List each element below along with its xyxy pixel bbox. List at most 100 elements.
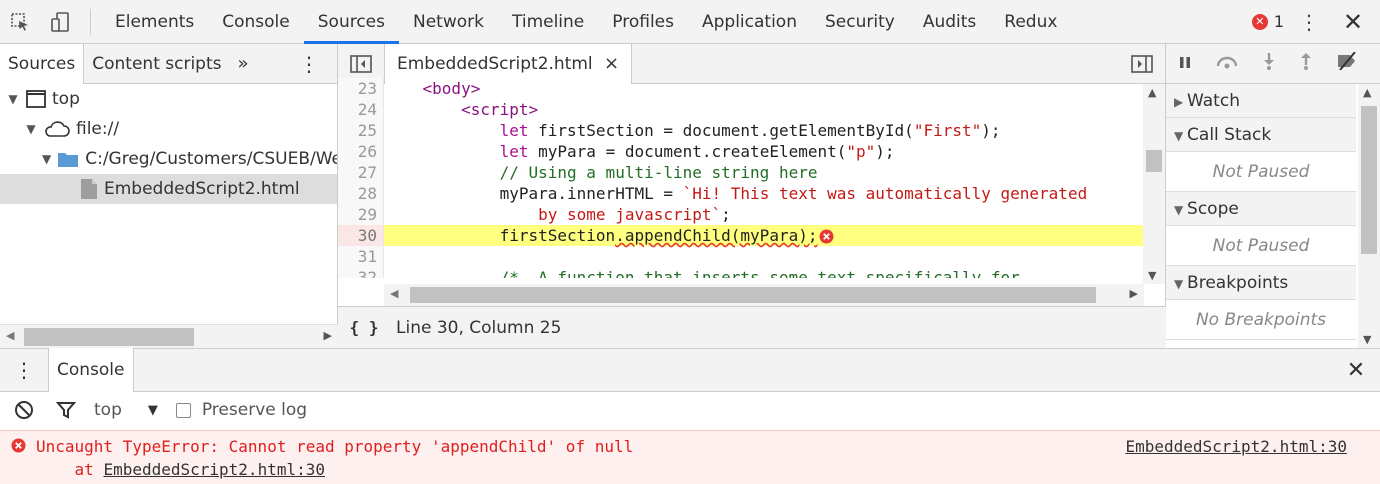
code-token: "p" — [846, 142, 876, 161]
clear-console-icon[interactable] — [0, 400, 48, 420]
close-devtools-icon[interactable]: ✕ — [1338, 0, 1368, 44]
tab-profiles[interactable]: Profiles — [598, 0, 688, 44]
tree-item-label: top — [52, 89, 80, 109]
code-token: <body> — [422, 79, 481, 98]
tab-redux[interactable]: Redux — [990, 0, 1071, 44]
customize-menu-icon[interactable]: ⋮ — [1294, 0, 1324, 44]
tab-content-scripts[interactable]: Content scripts — [84, 44, 229, 84]
scroll-down-icon[interactable]: ▼ — [1363, 333, 1371, 346]
scroll-thumb[interactable] — [410, 287, 1096, 303]
inspect-element-icon[interactable] — [0, 0, 40, 44]
code-line[interactable]: 29 by some javascript`; — [338, 204, 1144, 225]
filter-icon[interactable] — [48, 400, 84, 420]
editor-vscrollbar[interactable]: ▲ ▼ — [1143, 84, 1165, 284]
tab-network[interactable]: Network — [399, 0, 498, 44]
scroll-thumb[interactable] — [1146, 150, 1162, 172]
preserve-log-label: Preserve log — [201, 400, 308, 420]
navigator-tabs: Sources Content scripts » ⋮ — [0, 43, 337, 84]
line-number[interactable]: 31 — [338, 246, 384, 267]
debugger-vscrollbar[interactable]: ▲ ▼ — [1358, 84, 1380, 348]
line-number[interactable]: 28 — [338, 183, 384, 204]
line-number[interactable]: 24 — [338, 99, 384, 120]
scroll-thumb[interactable] — [1361, 106, 1377, 254]
preserve-log-checkbox[interactable] — [175, 402, 191, 418]
main-tabs: Elements Console Sources Network Timeline Pro… — [101, 0, 1071, 44]
code-line[interactable]: 32 /* A function that inserts some text … — [338, 267, 1144, 278]
collapse-triangle-icon[interactable]: ▶ — [1174, 95, 1187, 109]
code-line[interactable]: 27 // Using a multi-line string here — [338, 162, 1144, 183]
pretty-print-icon[interactable]: { } — [338, 318, 390, 337]
tree-item[interactable]: EmbeddedScript2.html — [0, 174, 337, 204]
error-counter[interactable]: ✕ 1 — [1251, 12, 1284, 31]
code-line[interactable]: 30 firstSection.appendChild(myPara); — [338, 225, 1144, 246]
deactivate-breakpoints-icon[interactable] — [1336, 51, 1358, 75]
code-line[interactable]: 28 myPara.innerHTML = `Hi! This text was… — [338, 183, 1144, 204]
code-token: ; — [721, 205, 731, 224]
collapse-triangle-icon[interactable]: ▼ — [1174, 277, 1187, 291]
line-number[interactable]: 27 — [338, 162, 384, 183]
debugger-sidebar: ▶ Watch ▼ Call Stack Not Paused ▼ Scope Not … — [1166, 44, 1380, 348]
tab-console-drawer[interactable]: Console — [48, 348, 134, 392]
tab-application[interactable]: Application — [688, 0, 811, 44]
line-number[interactable]: 29 — [338, 204, 384, 225]
stack-source-link[interactable]: EmbeddedScript2.html:30 — [103, 460, 325, 479]
close-tab-icon[interactable]: × — [604, 53, 619, 74]
error-source-link[interactable]: EmbeddedScript2.html:30 — [1125, 437, 1347, 456]
scroll-thumb[interactable] — [24, 328, 194, 346]
scroll-right-icon[interactable]: ▶ — [324, 329, 332, 342]
section-scope[interactable]: ▼ Scope — [1166, 192, 1356, 226]
navigator-hscrollbar[interactable]: ◀ ▶ — [0, 324, 338, 348]
code-line[interactable]: 24 <script> — [338, 99, 1144, 120]
expand-triangle-icon[interactable]: ▼ — [24, 122, 38, 136]
tab-elements[interactable]: Elements — [101, 0, 208, 44]
scroll-right-icon[interactable]: ▶ — [1130, 287, 1138, 300]
code-token: by some javascript` — [538, 205, 722, 224]
scroll-up-icon[interactable]: ▲ — [1148, 86, 1156, 99]
line-number[interactable]: 26 — [338, 141, 384, 162]
context-selector[interactable]: top — [94, 400, 122, 420]
code-line[interactable]: 23 <body> — [338, 78, 1144, 99]
pause-icon[interactable] — [1178, 54, 1192, 74]
step-over-icon[interactable] — [1215, 53, 1239, 74]
line-number[interactable]: 32 — [338, 267, 384, 278]
tab-audits[interactable]: Audits — [909, 0, 990, 44]
navigator-menu-icon[interactable]: ⋮ — [281, 52, 337, 76]
section-call-stack[interactable]: ▼ Call Stack — [1166, 118, 1356, 152]
drawer-menu-icon[interactable]: ⋮ — [0, 358, 48, 382]
line-number[interactable]: 25 — [338, 120, 384, 141]
device-mode-icon[interactable] — [40, 0, 80, 44]
collapse-triangle-icon[interactable]: ▼ — [1174, 129, 1187, 143]
step-into-icon[interactable] — [1262, 52, 1276, 75]
scroll-left-icon[interactable]: ◀ — [6, 329, 14, 342]
tab-security[interactable]: Security — [811, 0, 909, 44]
expand-triangle-icon[interactable]: ▼ — [42, 152, 51, 166]
context-dropdown-icon[interactable]: ▼ — [148, 403, 158, 418]
tree-item[interactable]: ▼ file:// — [0, 114, 337, 144]
code-line[interactable]: 26 let myPara = document.createElement("… — [338, 141, 1144, 162]
tab-console[interactable]: Console — [208, 0, 304, 44]
scroll-up-icon[interactable]: ▲ — [1363, 86, 1371, 99]
editor-hscrollbar[interactable]: ◀ ▶ — [384, 284, 1144, 306]
line-number[interactable]: 23 — [338, 78, 384, 99]
code-lines[interactable]: 23 <body> 24 <script> 25 let firstSection … — [338, 78, 1144, 278]
expand-triangle-icon[interactable]: ▼ — [6, 92, 20, 106]
line-number[interactable]: 30 — [338, 225, 384, 246]
tree-item-label: EmbeddedScript2.html — [104, 179, 300, 199]
code-token: <script> — [461, 100, 539, 119]
scroll-left-icon[interactable]: ◀ — [390, 287, 398, 300]
tree-item[interactable]: ▼ top — [0, 84, 337, 114]
code-line[interactable]: 25 let firstSection = document.getElemen… — [338, 120, 1144, 141]
tab-sources[interactable]: Sources — [0, 43, 85, 84]
code-line[interactable]: 31 — [338, 246, 1144, 267]
more-tabs-icon[interactable]: » — [230, 53, 257, 74]
inline-error-icon[interactable] — [819, 229, 834, 244]
close-drawer-icon[interactable]: ✕ — [1332, 358, 1380, 383]
section-breakpoints[interactable]: ▼ Breakpoints — [1166, 266, 1356, 300]
scroll-down-icon[interactable]: ▼ — [1148, 269, 1156, 282]
collapse-triangle-icon[interactable]: ▼ — [1174, 203, 1187, 217]
section-watch[interactable]: ▶ Watch — [1166, 84, 1356, 118]
tab-sources[interactable]: Sources — [303, 0, 399, 44]
tab-timeline[interactable]: Timeline — [498, 0, 598, 44]
step-out-icon[interactable] — [1299, 52, 1313, 75]
tree-item[interactable]: ▼ C:/Greg/Customers/CSUEB/Wel — [0, 144, 337, 174]
